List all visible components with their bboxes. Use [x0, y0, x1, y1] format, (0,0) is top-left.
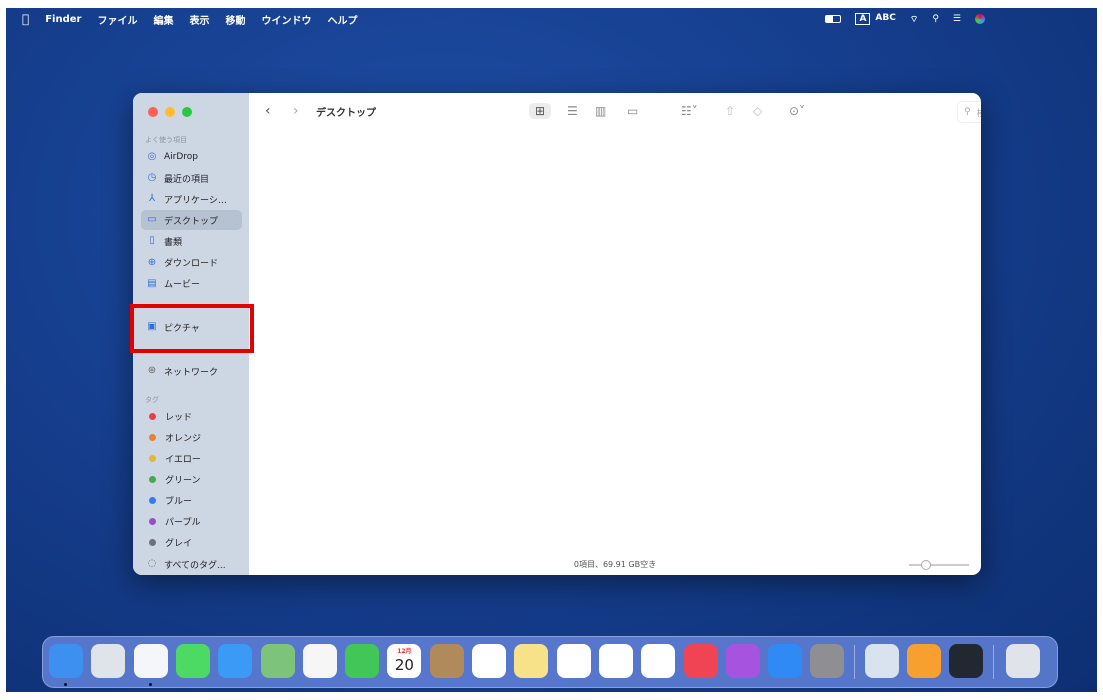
input-mode-icon[interactable]: A ABC: [855, 13, 896, 25]
search-input[interactable]: ⚲検索: [957, 101, 981, 123]
airdrop-icon: ◎: [147, 151, 157, 162]
gallery-view-button[interactable]: ▭: [627, 104, 638, 118]
dock-safari-icon[interactable]: [133, 644, 168, 678]
dock-contacts-icon[interactable]: [429, 644, 464, 678]
movie-icon: ▤: [147, 277, 157, 289]
tags-header: タグ: [145, 396, 159, 404]
dock-freeform-icon[interactable]: [556, 644, 591, 678]
sidebar-tag[interactable]: パープル: [141, 512, 242, 532]
sidebar-tag[interactable]: グレイ: [141, 533, 242, 553]
sidebar-item-document[interactable]: ▯ 書類: [141, 231, 242, 251]
dock-trash-icon[interactable]: [1005, 644, 1040, 678]
tag-color-icon: [149, 518, 156, 525]
icon-size-slider[interactable]: [909, 560, 969, 570]
network-icon: ⊛: [147, 365, 157, 376]
wifi-icon[interactable]: ⌔: [910, 14, 918, 25]
dock-facetime-icon[interactable]: [345, 644, 380, 678]
sidebar-item-desktop[interactable]: ▭ デスクトップ: [141, 210, 242, 231]
sidebar-tag[interactable]: オレンジ: [141, 427, 242, 447]
dock-chrome-icon[interactable]: [598, 644, 633, 678]
dock-reminders-icon[interactable]: [472, 644, 506, 678]
running-indicator: [64, 683, 67, 686]
tag-color-icon: [149, 454, 156, 462]
clock-icon: ◷: [147, 172, 157, 184]
sidebar-item-download[interactable]: ⊕ ダウンロード: [141, 253, 242, 273]
window-title: デスクトップ: [316, 107, 376, 119]
sidebar-item-all-tags[interactable]: ◌ すべてのタグ...: [141, 554, 242, 574]
control-center-icon[interactable]: ☰: [953, 14, 961, 24]
dock-quicktime-icon[interactable]: [949, 644, 984, 678]
icon-view-button[interactable]: ⊞: [529, 103, 552, 119]
download-icon: ⊕: [147, 256, 157, 268]
dock-mail-icon[interactable]: [218, 644, 253, 678]
sidebar-tag[interactable]: レッド: [141, 406, 242, 426]
column-view-button[interactable]: ▥: [595, 104, 606, 118]
group-button[interactable]: ☷˅: [681, 104, 698, 118]
dock-launchpad-icon[interactable]: [91, 644, 126, 678]
running-indicator: [148, 683, 152, 686]
dock-finder-icon[interactable]: [49, 644, 83, 678]
dock-separator: [853, 645, 855, 679]
dock-photos-icon[interactable]: [302, 644, 337, 678]
forward-button[interactable]: ›: [293, 103, 299, 119]
menu-go[interactable]: 移動: [225, 12, 245, 27]
dock-messages-icon[interactable]: [175, 644, 210, 678]
tag-color-icon: [149, 475, 156, 483]
menu-edit[interactable]: 編集: [153, 12, 173, 27]
close-button[interactable]: [148, 107, 158, 117]
sidebar-item-network[interactable]: ⊛ ネットワーク: [141, 361, 242, 381]
dock-notes-icon[interactable]: [514, 644, 549, 678]
menu-window[interactable]: ウインドウ: [261, 12, 311, 27]
dock-preview-icon[interactable]: [864, 644, 899, 678]
toolbar: ‹ › デスクトップ ⊞ ☰ ▥ ▭ ☷˅ ⇧ ◇ ⊙˅ ⚲検索: [249, 93, 981, 129]
apple-menu-icon[interactable]: : [22, 12, 29, 26]
status-bar: 0項目、69.91 GB空き: [249, 555, 981, 575]
dock: 12月 20: [42, 636, 1058, 688]
menu-help[interactable]: ヘルプ: [327, 12, 357, 27]
tag-color-icon: [149, 496, 156, 504]
dock-music-icon[interactable]: [683, 644, 718, 678]
share-icon[interactable]: ⇧: [725, 104, 735, 118]
document-icon: ▯: [149, 235, 155, 247]
minimize-button[interactable]: [165, 107, 175, 117]
menu-view[interactable]: 表示: [189, 12, 209, 27]
more-actions-button[interactable]: ⊙˅: [789, 104, 805, 118]
sidebar-tag[interactable]: イエロー: [141, 448, 242, 468]
sidebar-item-applications[interactable]: ⅄ アプリケーシ…: [141, 189, 242, 209]
menu-file[interactable]: ファイル: [97, 12, 137, 27]
dock-separator: [992, 645, 994, 679]
dock-calendar-icon[interactable]: 12月 20: [387, 644, 422, 678]
sidebar-item-clock[interactable]: ◷ 最近の項目: [141, 168, 242, 188]
zoom-button[interactable]: [182, 107, 192, 117]
dock-podcasts-icon[interactable]: [725, 644, 760, 678]
dock-word-icon[interactable]: [641, 644, 676, 678]
dock-maps-icon[interactable]: [260, 644, 295, 678]
sidebar-item-movie[interactable]: ▤ ムービー: [141, 274, 242, 294]
battery-icon[interactable]: [825, 15, 842, 23]
tag-icon[interactable]: ◇: [753, 104, 762, 118]
siri-icon[interactable]: [975, 14, 985, 24]
finder-window: よく使う項目 ◎ AirDrop ◷ 最近の項目 ⅄ アプリケーシ… ▭ デスクトップ ▯ 書類 ⊕…: [133, 93, 981, 575]
menu-bar:  Finder ファイル 編集 表示 移動 ウインドウ ヘルプ AABC ⌔ …: [6, 8, 1097, 30]
sidebar-tag[interactable]: ブルー: [141, 490, 242, 510]
dock-pages-icon[interactable]: [907, 644, 941, 678]
back-button[interactable]: ‹: [265, 103, 271, 119]
dock-app-store-icon[interactable]: [768, 644, 803, 678]
list-view-button[interactable]: ☰: [567, 104, 578, 118]
tag-color-icon: [149, 412, 156, 420]
desktop-icon: ▭: [147, 214, 157, 226]
sidebar-tag[interactable]: グリーン: [141, 469, 242, 489]
tag-color-icon: [149, 539, 156, 547]
spotlight-icon[interactable]: ⚲: [932, 14, 939, 24]
search-icon: ⚲: [964, 107, 971, 117]
all-tags-icon: ◌: [147, 558, 157, 569]
applications-icon: ⅄: [148, 193, 156, 205]
favorites-header: よく使う項目: [145, 136, 187, 144]
status-text: 0項目、69.91 GB空き: [573, 560, 657, 569]
sidebar-item-airdrop[interactable]: ◎ AirDrop: [141, 147, 242, 167]
tag-color-icon: [149, 433, 156, 441]
menu-finder[interactable]: Finder: [45, 14, 81, 25]
dock-system-settings-icon[interactable]: [810, 644, 845, 678]
highlight-box: [130, 304, 254, 353]
